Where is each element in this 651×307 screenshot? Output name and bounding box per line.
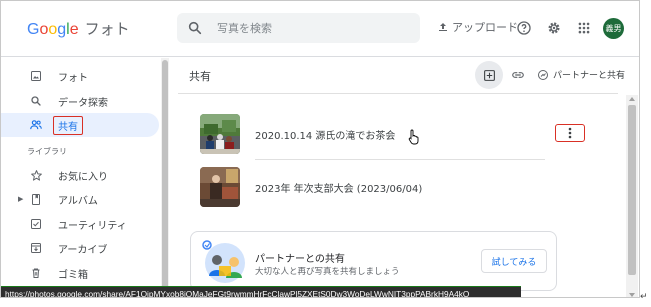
scrollbar-thumb[interactable] <box>628 105 636 275</box>
sidebar-item-label: アルバム <box>58 195 98 207</box>
search-bar[interactable]: 写真を検索 <box>177 13 420 43</box>
utilities-icon <box>29 217 43 231</box>
sidebar-item-label: 共有 <box>53 115 83 135</box>
header-divider <box>178 93 618 94</box>
shared-links-button[interactable] <box>510 67 526 83</box>
sidebar-item-label: アーカイブ <box>58 244 108 256</box>
sidebar-item-label: ゴミ箱 <box>58 269 88 281</box>
sidebar-item-utilities[interactable]: ユーティリティ <box>1 212 159 236</box>
album-icon <box>29 192 43 206</box>
try-partner-sharing-button[interactable]: 試してみる <box>481 249 547 273</box>
sidebar-scrollbar[interactable] <box>161 58 169 297</box>
settings-button[interactable] <box>544 18 564 38</box>
search-icon <box>29 94 43 108</box>
search-input[interactable]: 写真を検索 <box>217 20 272 36</box>
library-section-label: ライブラリ <box>27 147 67 156</box>
partner-card-title: パートナーとの共有 <box>255 254 345 265</box>
sidebar-item-label: データ探索 <box>58 97 108 109</box>
sidebar-item-sharing[interactable]: 共有 <box>1 113 159 137</box>
scroll-down-arrow-icon[interactable] <box>629 293 635 297</box>
shared-album-row[interactable]: 2023年 年次支部大会 (2023/06/04) <box>200 167 545 207</box>
album-title: 2023年 年次支部大会 (2023/06/04) <box>255 184 423 195</box>
link-icon <box>512 72 524 78</box>
search-icon <box>188 21 202 35</box>
sidebar: フォト データ探索 共有 ライブラリ お気に入り ▶ アルバム ユーティリティ … <box>1 58 167 297</box>
new-share-button[interactable] <box>475 61 503 89</box>
app-header: Google フォト 写真を検索 アップロード 義男 <box>1 1 639 57</box>
partner-sharing-card: パートナーとの共有 大切な人と再び写真を共有しましょう 試してみる <box>190 231 557 291</box>
album-thumbnail <box>200 167 240 207</box>
help-button[interactable] <box>514 18 534 38</box>
help-icon <box>517 21 531 35</box>
logo-letter: o <box>39 21 49 38</box>
album-title: 2020.10.14 源氏の滝でお茶会 <box>255 131 396 142</box>
sidebar-item-favorites[interactable]: お気に入り <box>1 163 159 187</box>
album-divider <box>255 159 545 160</box>
add-box-icon <box>483 69 495 81</box>
upload-label: アップロード <box>452 21 518 34</box>
sidebar-item-label: ユーティリティ <box>58 220 127 232</box>
photo-icon <box>29 69 43 83</box>
main-scrollbar[interactable] <box>626 95 638 297</box>
page-title: 共有 <box>189 70 211 83</box>
expand-caret-icon[interactable]: ▶ <box>18 195 23 203</box>
upload-icon <box>439 23 447 31</box>
hand-cursor-icon <box>408 129 420 148</box>
people-icon <box>29 118 43 132</box>
sidebar-item-albums[interactable]: ▶ アルバム <box>1 187 159 211</box>
scrollbar-thumb[interactable] <box>162 60 168 295</box>
partner-card-subtitle: 大切な人と再び写真を共有しましょう <box>255 267 400 277</box>
apps-grid-icon <box>578 22 590 34</box>
sidebar-item-archive[interactable]: アーカイブ <box>1 236 159 260</box>
partner-share-icon <box>538 69 548 80</box>
sidebar-item-photos[interactable]: フォト <box>1 64 159 88</box>
sidebar-item-label: お気に入り <box>58 171 108 183</box>
more-vert-icon <box>568 127 572 139</box>
logo-letter: e <box>69 21 79 38</box>
account-avatar[interactable]: 義男 <box>603 18 624 39</box>
logo-letter: o <box>48 21 58 38</box>
partner-share-button[interactable]: パートナーと共有 <box>537 68 625 81</box>
album-thumbnail <box>200 114 240 154</box>
google-photos-logo[interactable]: Google フォト <box>27 18 130 39</box>
sidebar-item-trash[interactable]: ゴミ箱 <box>1 261 159 285</box>
more-options-button[interactable] <box>555 124 585 142</box>
return-mark: ↵ <box>640 292 648 302</box>
partner-share-label: パートナーと共有 <box>553 71 626 81</box>
logo-letter: g <box>57 21 67 38</box>
upload-button[interactable]: アップロード <box>437 19 518 35</box>
partner-illustration <box>201 240 249 286</box>
settings-icon <box>548 22 560 34</box>
sidebar-item-explore[interactable]: データ探索 <box>1 89 159 113</box>
sidebar-item-label: フォト <box>58 72 88 84</box>
archive-icon <box>29 241 43 255</box>
star-icon <box>29 168 43 182</box>
shared-album-row[interactable]: 2020.10.14 源氏の滝でお茶会 <box>200 114 545 154</box>
link-status-bar: https://photos.google.com/share/AF1QipMY… <box>1 286 521 297</box>
scroll-up-arrow-icon[interactable] <box>629 97 635 101</box>
browser-frame: Google フォト 写真を検索 アップロード 義男 フォト データ探索 共有 … <box>0 0 640 298</box>
trash-icon <box>29 266 43 280</box>
product-name: フォト <box>84 21 130 38</box>
logo-letter: G <box>27 21 40 38</box>
apps-button[interactable] <box>574 18 594 38</box>
